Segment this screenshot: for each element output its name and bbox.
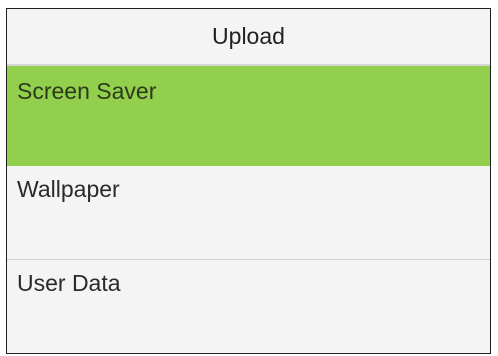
menu-item-screen-saver[interactable]: Screen Saver [7,66,490,166]
menu-item-label: Screen Saver [17,78,157,104]
menu-list: Screen Saver Wallpaper User Data [7,66,490,353]
menu-item-wallpaper[interactable]: Wallpaper [7,166,490,260]
title-bar: Upload [7,9,490,66]
page-title: Upload [212,23,285,49]
menu-item-label: User Data [17,270,121,296]
device-screen: Upload Screen Saver Wallpaper User Data [6,8,491,354]
menu-item-user-data[interactable]: User Data [7,260,490,353]
menu-item-label: Wallpaper [17,176,120,202]
